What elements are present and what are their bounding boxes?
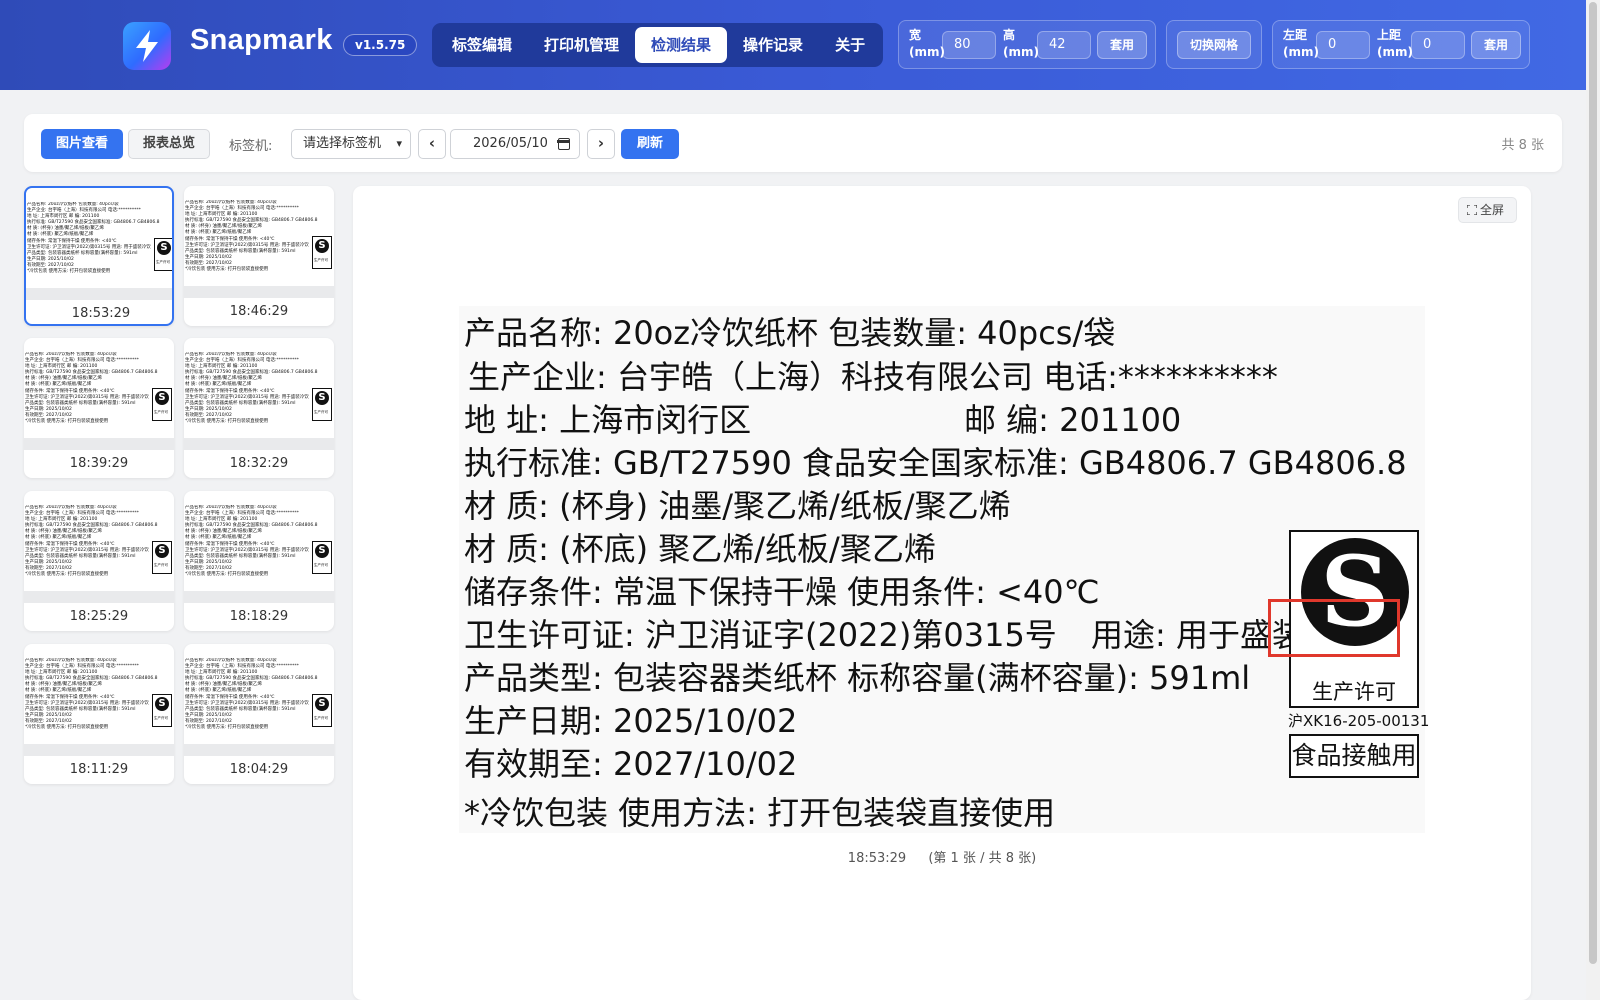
refresh-button[interactable]: 刷新: [621, 129, 679, 159]
thumbnail-card[interactable]: 产品名称: 20oz冷饮纸杯 包装数量: 40pcs/袋 生产企业: 台宇皓（上海…: [24, 644, 174, 784]
thumbnail-image: 产品名称: 20oz冷饮纸杯 包装数量: 40pcs/袋 生产企业: 台宇皓（上海…: [26, 202, 172, 288]
width-input[interactable]: 80: [942, 31, 996, 59]
date-input[interactable]: 2026/05/10: [450, 129, 580, 159]
left-margin-input[interactable]: 0: [1316, 31, 1370, 59]
fullscreen-icon: [1467, 205, 1477, 215]
thumbnail-time: 18:11:29: [69, 762, 129, 777]
calendar-icon[interactable]: [557, 138, 570, 150]
scrollbar-thumb[interactable]: [1589, 2, 1597, 964]
label-line: 生产企业: 台宇皓（上海）科技有限公司 电话:**********: [468, 358, 1278, 396]
app-header: Snapmark v1.5.75 标签编辑 打印机管理 检测结果 操作记录 关于…: [0, 0, 1586, 90]
nav-detection-results[interactable]: 检测结果: [635, 27, 728, 63]
thumbnail-image: 产品名称: 20oz冷饮纸杯 包装数量: 40pcs/袋 生产企业: 台宇皓（上海…: [24, 505, 174, 591]
results-toolbar: 图片查看 报表总览 标签机: 请选择标签机 ▾ ‹ 2026/05/10 › 刷…: [24, 114, 1562, 172]
printer-select[interactable]: 请选择标签机 ▾: [291, 129, 411, 159]
height-input[interactable]: 42: [1037, 31, 1091, 59]
report-overview-button[interactable]: 报表总览: [128, 129, 210, 159]
nav-about[interactable]: 关于: [819, 27, 881, 63]
printer-label: 标签机:: [229, 139, 273, 154]
label-line: 卫生许可证: 沪卫消证字(2022)第0315号: [464, 616, 1057, 654]
top-margin-input[interactable]: 0: [1411, 31, 1465, 59]
label-line: 材 质: (杯底) 聚乙烯/纸板/聚乙烯: [464, 530, 936, 568]
date-value: 2026/05/10: [473, 136, 548, 151]
thumbnail-time: 18:18:29: [229, 609, 289, 624]
apply-margin-button[interactable]: 套用: [1471, 31, 1521, 59]
thumbnail-cert-mark: S 生产许可: [312, 236, 332, 269]
label-line: *冷饮包装 使用方法: 打开包装袋直接使用: [464, 794, 1056, 832]
height-label: 高 (mm): [1003, 28, 1039, 59]
thumbnail-card[interactable]: 产品名称: 20oz冷饮纸杯 包装数量: 40pcs/袋 生产企业: 台宇皓（上海…: [24, 338, 174, 478]
grid-toggle-group: 切换网格: [1166, 20, 1262, 69]
width-label: 宽 (mm): [909, 28, 945, 59]
label-postcode: 邮 编: 201100: [964, 401, 1182, 439]
image-viewer: 全屏 产品名称: 20oz冷饮纸杯 包装数量: 40pcs/袋 生产企业: 台宇…: [353, 186, 1531, 1000]
nav-printer-management[interactable]: 打印机管理: [528, 27, 635, 63]
thumbnail-cert-mark: S 生产许可: [152, 388, 172, 421]
caption-time: 18:53:29: [847, 851, 907, 866]
thumbnail-cert-mark: S 生产许可: [312, 694, 332, 727]
label-line: 生产日期: 2025/10/02: [464, 702, 798, 740]
thumbnail-image: 产品名称: 20oz冷饮纸杯 包装数量: 40pcs/袋 生产企业: 台宇皓（上海…: [184, 352, 334, 438]
thumbnail-card[interactable]: 产品名称: 20oz冷饮纸杯 包装数量: 40pcs/袋 生产企业: 台宇皓（上海…: [24, 186, 174, 326]
thumbnail-cert-mark: S 生产许可: [154, 238, 172, 271]
thumbnail-cert-mark: S 生产许可: [152, 541, 172, 574]
printer-select-value: 请选择标签机: [303, 136, 382, 151]
thumbnail-image: 产品名称: 20oz冷饮纸杯 包装数量: 40pcs/袋 生产企业: 台宇皓（上海…: [184, 658, 334, 744]
brand-name: Snapmark: [190, 24, 333, 56]
thumbnail-cert-mark: S 生产许可: [152, 694, 172, 727]
thumbnail-image: 产品名称: 20oz冷饮纸杯 包装数量: 40pcs/袋 生产企业: 台宇皓（上海…: [24, 352, 174, 438]
fullscreen-button[interactable]: 全屏: [1458, 197, 1517, 223]
label-image: 产品名称: 20oz冷饮纸杯 包装数量: 40pcs/袋 生产企业: 台宇皓（上…: [459, 306, 1429, 833]
food-contact-mark: 食品接触用: [1289, 734, 1419, 778]
thumbnail-time: 18:39:29: [69, 456, 129, 471]
size-settings: 宽 (mm) 80 高 (mm) 42 套用: [898, 20, 1156, 69]
thumbnail-time: 18:04:29: [229, 762, 289, 777]
thumbnail-card[interactable]: 产品名称: 20oz冷饮纸杯 包装数量: 40pcs/袋 生产企业: 台宇皓（上海…: [24, 491, 174, 631]
thumbnail-time: 18:32:29: [229, 456, 289, 471]
label-line: 地 址: 上海市闵行区: [464, 401, 752, 439]
label-line: 产品类型: 包装容器类纸杯 标称容量(满杯容量): 591ml: [464, 659, 1251, 697]
next-date-button[interactable]: ›: [587, 129, 615, 159]
thumbnail-card[interactable]: 产品名称: 20oz冷饮纸杯 包装数量: 40pcs/袋 生产企业: 台宇皓（上海…: [184, 186, 334, 326]
caption-index: (第 1 张 / 共 8 张): [928, 851, 1037, 866]
apply-size-button[interactable]: 套用: [1097, 31, 1147, 59]
page-scrollbar[interactable]: [1586, 0, 1600, 1000]
thumbnail-time: 18:25:29: [69, 609, 129, 624]
thumbnail-time: 18:46:29: [229, 304, 289, 319]
thumbnail-card[interactable]: 产品名称: 20oz冷饮纸杯 包装数量: 40pcs/袋 生产企业: 台宇皓（上海…: [184, 491, 334, 631]
thumbnail-text-line: *冷饮包装 使用方法: 打开包装袋直接使用: [27, 269, 111, 275]
toggle-grid-button[interactable]: 切换网格: [1177, 31, 1251, 59]
top-margin-label: 上距 (mm): [1377, 28, 1413, 59]
prev-date-button[interactable]: ‹: [418, 129, 446, 159]
cert-number: 沪XK16-205-00131: [1288, 712, 1430, 730]
version-badge: v1.5.75: [343, 34, 418, 56]
image-count: 共 8 张: [1501, 138, 1544, 153]
cert-text: 生产许可: [1312, 680, 1396, 704]
thumbnail-cert-mark: S 生产许可: [312, 541, 332, 574]
nav-operation-log[interactable]: 操作记录: [727, 27, 819, 63]
image-caption: 18:53:29 (第 1 张 / 共 8 张): [353, 847, 1531, 866]
detection-highlight-box: [1268, 599, 1400, 657]
thumbnail-card[interactable]: 产品名称: 20oz冷饮纸杯 包装数量: 40pcs/袋 生产企业: 台宇皓（上海…: [184, 338, 334, 478]
label-line: 储存条件: 常温下保持干燥 使用条件: <40℃: [464, 573, 1100, 611]
thumbnail-image: 产品名称: 20oz冷饮纸杯 包装数量: 40pcs/袋 生产企业: 台宇皓（上海…: [24, 658, 174, 744]
label-line: 产品名称: 20oz冷饮纸杯 包装数量: 40pcs/袋: [464, 314, 1116, 352]
left-margin-label: 左距 (mm): [1283, 28, 1319, 59]
label-line: 执行标准: GB/T27590 食品安全国家标准: GB4806.7 GB480…: [464, 444, 1407, 482]
image-view-button[interactable]: 图片查看: [41, 129, 123, 159]
main-nav: 标签编辑 打印机管理 检测结果 操作记录 关于: [432, 23, 883, 67]
fullscreen-label: 全屏: [1480, 203, 1505, 217]
label-line: 有效期至: 2027/10/02: [464, 745, 798, 783]
lightning-logo-icon: [123, 22, 171, 70]
chevron-down-icon: ▾: [396, 137, 402, 150]
thumbnail-image: 产品名称: 20oz冷饮纸杯 包装数量: 40pcs/袋 生产企业: 台宇皓（上海…: [184, 505, 334, 591]
thumbnail-text: 产品名称: 20oz冷饮纸杯 包装数量: 40pcs/袋 生产企业: 台宇皓（上海…: [27, 202, 172, 275]
thumbnail-cert-mark: S 生产许可: [312, 388, 332, 421]
nav-label-edit[interactable]: 标签编辑: [436, 27, 528, 63]
margin-settings: 左距 (mm) 0 上距 (mm) 0 套用: [1272, 20, 1530, 69]
thumbnail-time: 18:53:29: [71, 306, 131, 321]
thumbnail-card[interactable]: 产品名称: 20oz冷饮纸杯 包装数量: 40pcs/袋 生产企业: 台宇皓（上海…: [184, 644, 334, 784]
thumbnail-image: 产品名称: 20oz冷饮纸杯 包装数量: 40pcs/袋 生产企业: 台宇皓（上海…: [184, 200, 334, 286]
label-line: 材 质: (杯身) 油墨/聚乙烯/纸板/聚乙烯: [464, 487, 1011, 525]
